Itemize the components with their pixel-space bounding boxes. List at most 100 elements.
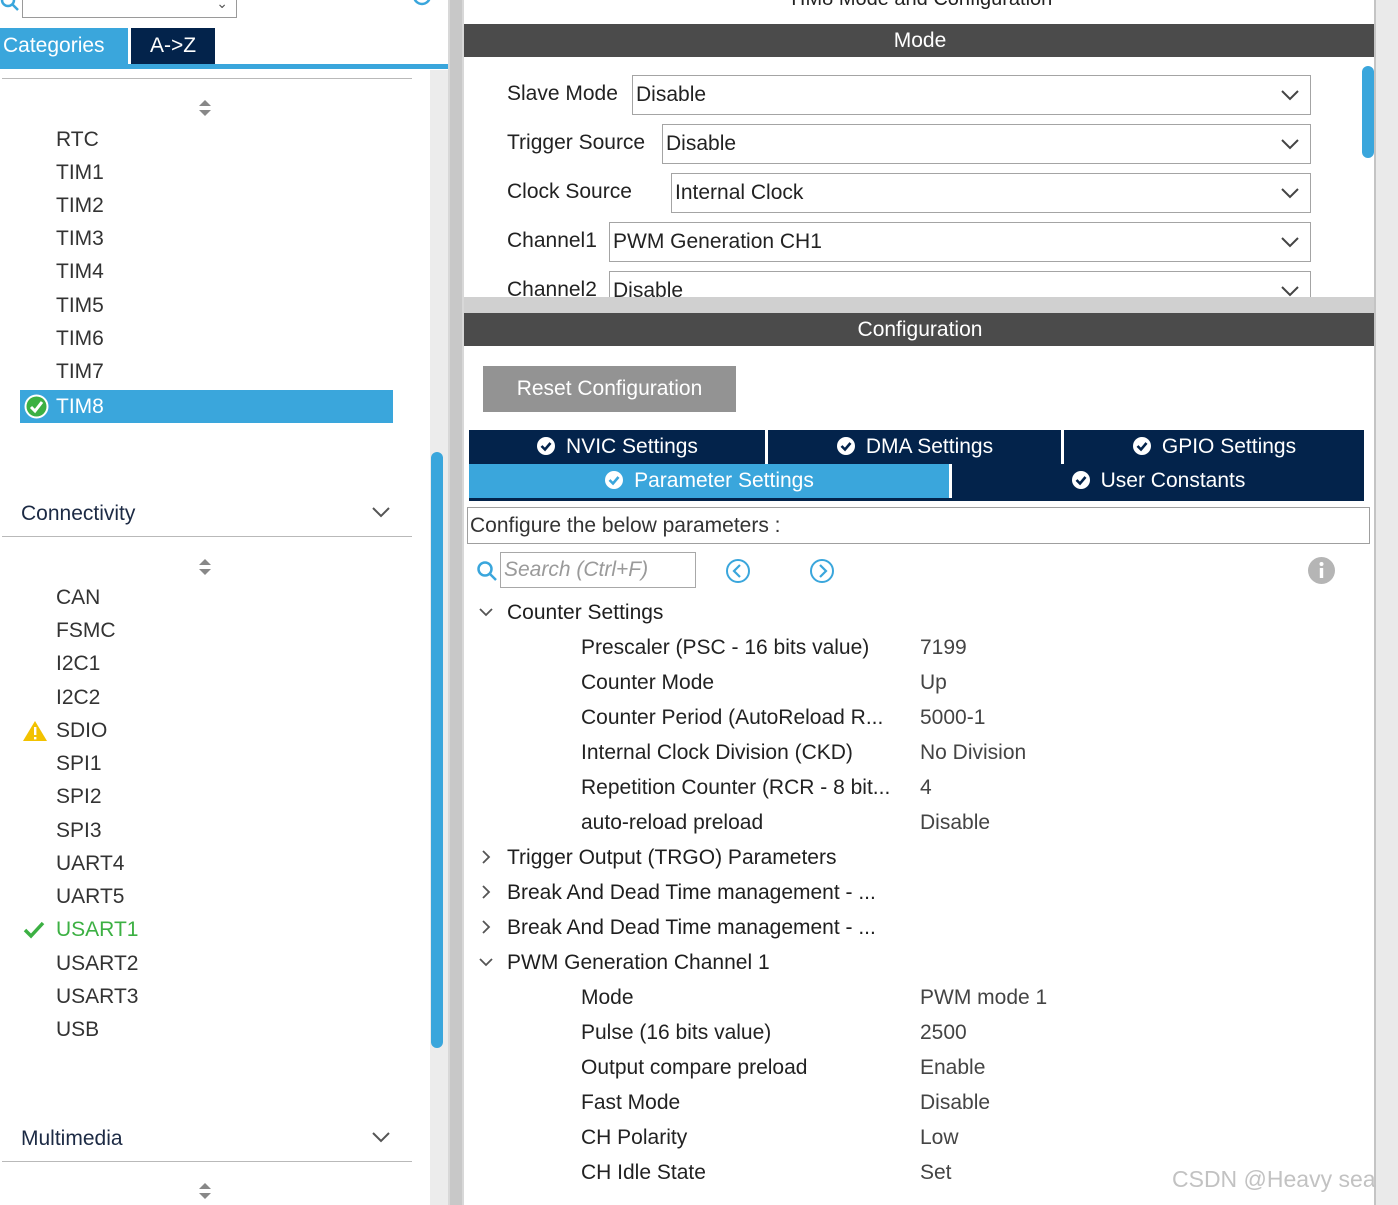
prop-name-prescaler[interactable]: Prescaler (PSC - 16 bits value) (581, 630, 916, 665)
parameter-search-input[interactable]: Search (Ctrl+F) (500, 552, 696, 588)
list-item-usart1[interactable]: USART1 (56, 914, 138, 946)
prop-value-ch-polarity[interactable]: Low (920, 1120, 959, 1155)
prop-name-auto-reload-preload[interactable]: auto-reload preload (581, 805, 916, 840)
clock-source-select[interactable]: Internal Clock (671, 173, 1311, 213)
list-item-spi3[interactable]: SPI3 (56, 815, 102, 847)
list-item-tim4[interactable]: TIM4 (56, 256, 104, 288)
info-icon[interactable] (1307, 556, 1336, 585)
reset-configuration-button[interactable]: Reset Configuration (483, 366, 736, 412)
prop-value-repetition-counter[interactable]: 4 (920, 770, 932, 805)
select-value: Disable (666, 132, 737, 155)
group-pwm-channel-1[interactable]: PWM Generation Channel 1 (507, 945, 770, 980)
configuration-header: Configuration (464, 313, 1376, 346)
list-item-rtc[interactable]: RTC (56, 124, 99, 156)
list-item-i2c1[interactable]: I2C1 (56, 648, 100, 680)
clock-source-label: Clock Source (507, 180, 632, 203)
list-item-uart4[interactable]: UART4 (56, 848, 124, 880)
channel1-select[interactable]: PWM Generation CH1 (609, 222, 1311, 262)
tab-user-constants[interactable]: User Constants (952, 464, 1364, 498)
prop-value-pulse[interactable]: 2500 (920, 1015, 967, 1050)
tab-gpio-settings[interactable]: GPIO Settings (1064, 430, 1364, 464)
sort-icon[interactable] (196, 97, 214, 119)
group-counter-settings[interactable]: Counter Settings (507, 595, 663, 630)
list-item-sdio[interactable]: SDIO (56, 715, 107, 747)
chevron-right-icon[interactable] (478, 849, 494, 865)
tab-a-z[interactable]: A->Z (131, 28, 215, 64)
gear-icon[interactable] (408, 0, 436, 10)
chevron-right-icon[interactable] (478, 919, 494, 935)
scrollbar-thumb[interactable] (431, 452, 443, 1048)
panel-splitter-handle[interactable] (450, 0, 462, 1205)
list-item-tim1[interactable]: TIM1 (56, 157, 104, 189)
prop-value-pwm-mode[interactable]: PWM mode 1 (920, 980, 1047, 1015)
check-circle-icon (537, 437, 556, 455)
group-break-dead-time-1[interactable]: Break And Dead Time management - ... (507, 875, 876, 910)
tab-label: User Constants (1100, 469, 1246, 492)
sort-icon[interactable] (196, 556, 214, 578)
group-trigger-output[interactable]: Trigger Output (TRGO) Parameters (507, 840, 836, 875)
tab-parameter-settings[interactable]: Parameter Settings (469, 464, 949, 498)
list-item-usb[interactable]: USB (56, 1014, 99, 1046)
prop-name-ch-idle-state[interactable]: CH Idle State (581, 1155, 916, 1190)
prop-value-fast-mode[interactable]: Disable (920, 1085, 990, 1120)
previous-result-icon[interactable] (725, 558, 751, 584)
list-item-usart2[interactable]: USART2 (56, 948, 138, 980)
prop-value-ch-idle-state[interactable]: Set (920, 1155, 952, 1190)
prop-value-output-compare-preload[interactable]: Enable (920, 1050, 985, 1085)
slave-mode-select[interactable]: Disable (632, 75, 1311, 115)
tab-categories[interactable]: Categories (0, 28, 128, 64)
list-item-usart3[interactable]: USART3 (56, 981, 138, 1013)
prop-name-pulse[interactable]: Pulse (16 bits value) (581, 1015, 916, 1050)
prop-value-auto-reload-preload[interactable]: Disable (920, 805, 990, 840)
chevron-down-icon (1281, 139, 1299, 150)
prop-name-output-compare-preload[interactable]: Output compare preload (581, 1050, 916, 1085)
list-item-uart5[interactable]: UART5 (56, 881, 124, 913)
list-item-can[interactable]: CAN (56, 582, 100, 614)
check-circle-icon (836, 437, 855, 455)
search-icon[interactable] (0, 0, 20, 12)
group-break-dead-time-2[interactable]: Break And Dead Time management - ... (507, 910, 876, 945)
prop-name-fast-mode[interactable]: Fast Mode (581, 1085, 916, 1120)
list-item-tim2[interactable]: TIM2 (56, 190, 104, 222)
list-item-fsmc[interactable]: FSMC (56, 615, 116, 647)
prop-name-counter-mode[interactable]: Counter Mode (581, 665, 916, 700)
list-item-tim5[interactable]: TIM5 (56, 290, 104, 322)
prop-name-repetition-counter[interactable]: Repetition Counter (RCR - 8 bit... (581, 770, 916, 805)
prop-name-counter-period[interactable]: Counter Period (AutoReload R... (581, 700, 916, 735)
list-item-spi1[interactable]: SPI1 (56, 748, 102, 780)
mode-splitter[interactable] (464, 297, 1376, 313)
prop-name-clock-division[interactable]: Internal Clock Division (CKD) (581, 735, 916, 770)
list-item-i2c2[interactable]: I2C2 (56, 682, 100, 714)
tab-nvic-settings[interactable]: NVIC Settings (469, 430, 765, 464)
section-multimedia[interactable]: Multimedia (21, 1127, 123, 1151)
chevron-down-icon[interactable] (370, 505, 392, 519)
trigger-source-select[interactable]: Disable (662, 124, 1311, 164)
next-result-icon[interactable] (809, 558, 835, 584)
prop-value-prescaler[interactable]: 7199 (920, 630, 967, 665)
prop-name-ch-polarity[interactable]: CH Polarity (581, 1120, 916, 1155)
channel2-select[interactable]: Disable (609, 271, 1311, 297)
prop-value-counter-period[interactable]: 5000-1 (920, 700, 985, 735)
prop-name-pwm-mode[interactable]: Mode (581, 980, 916, 1015)
tab-dma-settings[interactable]: DMA Settings (768, 430, 1061, 464)
search-icon[interactable] (476, 560, 498, 582)
warning-icon (23, 721, 47, 741)
watermark: CSDN @Heavy sea (1172, 1166, 1376, 1192)
chevron-down-icon[interactable] (478, 604, 494, 620)
list-item-spi2[interactable]: SPI2 (56, 781, 102, 813)
chevron-right-icon[interactable] (478, 884, 494, 900)
mode-scrollbar-thumb[interactable] (1362, 66, 1374, 158)
divider (2, 536, 412, 537)
prop-value-clock-division[interactable]: No Division (920, 735, 1026, 770)
list-item-tim8-selected[interactable]: TIM8 (20, 390, 393, 423)
chevron-down-icon[interactable]: ⌄ (216, 0, 228, 12)
category-search-input[interactable]: ⌄ (22, 0, 237, 18)
chevron-down-icon[interactable] (370, 1130, 392, 1144)
list-item-tim7[interactable]: TIM7 (56, 356, 104, 388)
sort-icon[interactable] (196, 1180, 214, 1202)
section-connectivity[interactable]: Connectivity (21, 502, 135, 526)
list-item-tim6[interactable]: TIM6 (56, 323, 104, 355)
list-item-tim3[interactable]: TIM3 (56, 223, 104, 255)
chevron-down-icon[interactable] (478, 954, 494, 970)
prop-value-counter-mode[interactable]: Up (920, 665, 947, 700)
